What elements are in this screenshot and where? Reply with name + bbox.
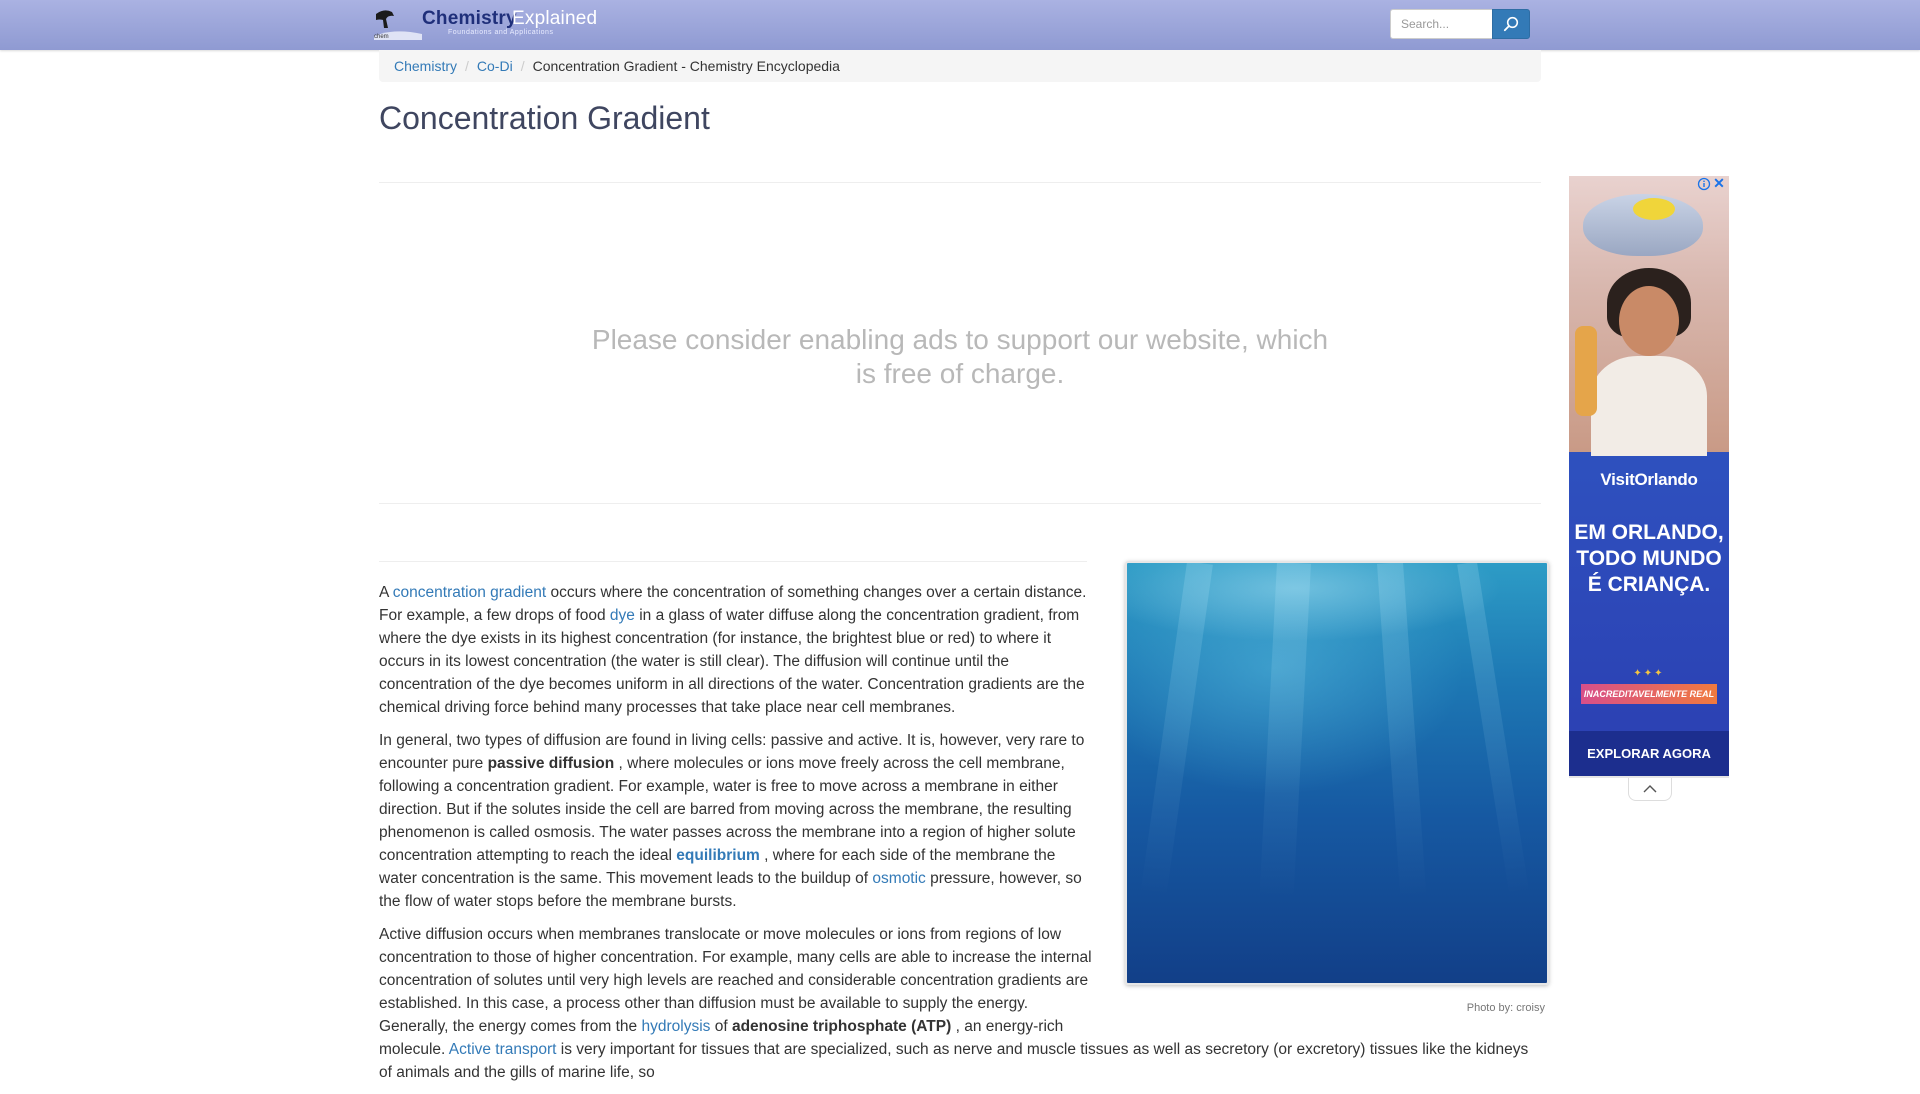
breadcrumb-link-chemistry[interactable]: Chemistry — [394, 58, 457, 74]
search-icon — [1503, 16, 1519, 32]
breadcrumb-current: Concentration Gradient - Chemistry Encyc… — [532, 58, 840, 74]
divider-article — [379, 561, 1087, 562]
breadcrumb-link-co-di[interactable]: Co-Di — [477, 58, 513, 74]
link-hydrolysis[interactable]: hydrolysis — [641, 1018, 710, 1035]
breadcrumb: Chemistry / Co-Di / Concentration Gradient -… — [379, 50, 1541, 82]
breadcrumb-separator: / — [520, 58, 525, 74]
logo-tagline: Foundations and Applications — [448, 29, 554, 36]
text: A — [379, 584, 389, 601]
svg-text:chem: chem — [374, 34, 389, 40]
site-logo[interactable]: chem Chemistry Explained Foundations and… — [374, 4, 598, 40]
ad-headline: EM ORLANDO, TODO MUNDO É CRIANÇA. — [1574, 521, 1724, 596]
top-navbar: chem Chemistry Explained Foundations and… — [0, 0, 1920, 50]
logo-text-accent: Explained — [512, 8, 598, 29]
term-passive-diffusion: passive diffusion — [487, 755, 615, 772]
divider-bottom — [379, 503, 1541, 504]
ad-brand: VisitOrlando — [1600, 470, 1698, 489]
side-advertisement[interactable]: VisitOrlando EM ORLANDO, TODO MUNDO É CR… — [1569, 176, 1729, 776]
page-title: Concentration Gradient — [379, 100, 710, 136]
search-input[interactable] — [1390, 9, 1492, 39]
ad-churro — [1575, 326, 1597, 416]
breadcrumb-separator: / — [465, 58, 469, 74]
search-button[interactable] — [1492, 9, 1530, 39]
ad-person-jacket — [1591, 356, 1707, 456]
ad-info-icon[interactable] — [1697, 177, 1711, 191]
ad-close-icon[interactable]: ✕ — [1712, 176, 1726, 191]
text: of — [714, 1018, 728, 1035]
ad-cta-button[interactable]: EXPLORAR AGORA — [1569, 731, 1729, 776]
figure-frame — [1125, 561, 1549, 985]
ad-support-notice: Please consider enabling ads to support … — [591, 324, 1329, 389]
ad-collapse-button[interactable] — [1628, 778, 1672, 801]
link-equilibrium[interactable]: equilibrium — [676, 847, 760, 864]
divider-top — [379, 182, 1541, 183]
article-figure: Photo by: croisy — [1125, 561, 1549, 1020]
ad-photo — [1569, 176, 1729, 456]
link-dye[interactable]: dye — [610, 607, 635, 624]
ad-stars-icon: ✦✦✦ — [1633, 668, 1665, 679]
term-atp: adenosine triphosphate (ATP) — [731, 1018, 952, 1035]
photo-credit: Photo by: croisy — [1466, 1002, 1545, 1014]
logo-text-main: Chemistry — [422, 8, 517, 29]
article-body: Photo by: croisy A concentration gradien… — [379, 561, 1549, 1094]
ad-person-face — [1619, 286, 1679, 356]
ad-ribbon: INACREDITAVELMENTE REAL — [1581, 684, 1717, 704]
logo-figure-icon: chem — [374, 10, 422, 40]
link-active-transport[interactable]: Active transport — [449, 1041, 557, 1058]
link-osmotic[interactable]: osmotic — [872, 870, 925, 887]
link-concentration-gradient[interactable]: concentration gradient — [393, 584, 546, 601]
chevron-up-icon — [1643, 785, 1657, 793]
ad-balloon-hat — [1633, 198, 1675, 220]
